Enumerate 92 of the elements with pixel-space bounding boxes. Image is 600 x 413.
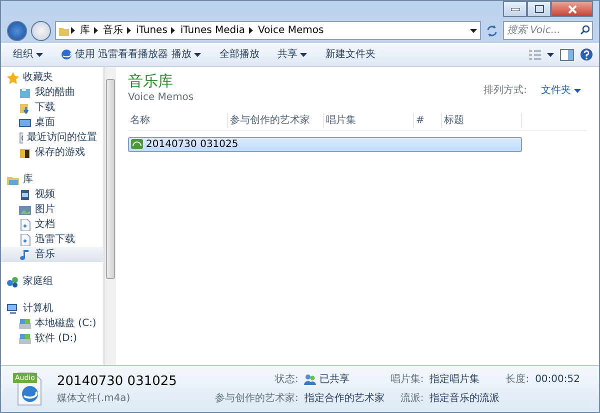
chevron-icon: [71, 27, 76, 34]
star-icon: [7, 72, 19, 84]
nav-item[interactable]: 计算机: [1, 301, 103, 316]
toolbar-button[interactable]: 全部播放: [213, 45, 266, 64]
column-header[interactable]: #: [414, 112, 442, 128]
field-value[interactable]: 00:00:52: [535, 372, 580, 387]
nav-item[interactable]: 保存的游戏: [1, 145, 103, 160]
games-folder-icon: [19, 146, 31, 158]
close-button[interactable]: [551, 1, 593, 17]
chevron-icon: [249, 27, 254, 34]
maximize-icon: [534, 5, 544, 13]
recent-places-icon: [19, 132, 23, 144]
homegroup-icon: [7, 276, 19, 288]
nav-item[interactable]: 库: [1, 172, 103, 187]
nav-item[interactable]: 迅雷下载: [1, 232, 103, 247]
nav-item[interactable]: 视频: [1, 187, 103, 202]
nav-item[interactable]: 文档: [1, 217, 103, 232]
back-button[interactable]: [7, 20, 27, 40]
nav-item[interactable]: 音乐: [1, 247, 103, 262]
arrange-dropdown[interactable]: 文件夹: [535, 81, 587, 100]
breadcrumb[interactable]: 音乐: [101, 23, 125, 38]
audio-file-icon: [131, 139, 143, 149]
toolbar-button[interactable]: 使用 迅雷看看播放器 播放: [55, 45, 208, 64]
caret-icon: [470, 28, 477, 32]
drive-icon: [19, 332, 31, 344]
nav-item[interactable]: 家庭组: [1, 274, 103, 289]
field-value[interactable]: 指定唱片集: [430, 372, 480, 387]
field-label: 长度:: [506, 374, 530, 385]
people-icon: [304, 374, 316, 385]
breadcrumb[interactable]: 库: [78, 23, 92, 38]
drive-icon: [19, 318, 31, 330]
preview-pane-icon[interactable]: [560, 48, 574, 60]
nav-item[interactable]: 下载: [1, 100, 103, 115]
breadcrumb[interactable]: Voice Memos: [256, 23, 326, 38]
close-icon: [568, 4, 576, 14]
address-bar[interactable]: 库 音乐 iTunes iTunes Media Voice Memos: [55, 21, 481, 40]
file-name: 20140730 031025: [57, 372, 177, 391]
folder-icon: [19, 86, 31, 98]
library-title: 音乐库: [128, 73, 174, 90]
chevron-icon: [94, 27, 99, 34]
help-icon[interactable]: [580, 48, 593, 61]
breadcrumb[interactable]: iTunes Media: [178, 23, 248, 38]
field-value[interactable]: 已共享: [319, 372, 350, 387]
arrange-label: 排列方式:: [484, 84, 527, 98]
field-label: 流派:: [400, 393, 424, 404]
forward-button[interactable]: [31, 20, 51, 40]
breadcrumb[interactable]: iTunes: [134, 23, 170, 38]
nav-item[interactable]: 最近访问的位置: [1, 130, 103, 145]
field-value[interactable]: 指定音乐的流派: [430, 391, 500, 406]
computer-icon: [7, 302, 19, 314]
scrollbar[interactable]: [104, 67, 116, 365]
field-label: 状态:: [274, 374, 298, 385]
field-value[interactable]: 指定合作的艺术家: [304, 391, 384, 406]
field-label: 唱片集:: [390, 374, 424, 385]
chevron-icon: [171, 27, 176, 34]
nav-item[interactable]: 本地磁盘 (C:): [1, 316, 103, 331]
toolbar-button[interactable]: 组织: [7, 45, 49, 64]
nav-item[interactable]: 软件 (D:): [1, 331, 103, 346]
maximize-button[interactable]: [527, 1, 551, 17]
folder-icon: [59, 26, 69, 36]
document-icon: [19, 218, 31, 230]
view-caret-icon: [547, 52, 554, 56]
column-header[interactable]: 参与创作的艺术家: [228, 112, 324, 128]
nav-item[interactable]: 图片: [1, 202, 103, 217]
picture-icon: [19, 204, 31, 216]
nav-item[interactable]: 桌面: [1, 115, 103, 130]
column-header[interactable]: 名称: [128, 112, 228, 128]
file-name: 20140730 031025: [146, 138, 238, 152]
library-subtitle: Voice Memos: [128, 90, 194, 104]
field-label: 参与创作的艺术家:: [214, 393, 298, 404]
toolbar-button[interactable]: 共享: [271, 45, 314, 64]
player-icon: [61, 49, 72, 60]
search-field[interactable]: 搜索 Voic...: [503, 21, 593, 40]
toolbar-button[interactable]: 新建文件夹: [319, 45, 382, 64]
view-options-icon[interactable]: [529, 50, 541, 60]
chevron-icon: [127, 27, 132, 34]
minimize-icon: [510, 8, 520, 10]
file-row[interactable]: 20140730 031025: [128, 136, 522, 152]
nav-item[interactable]: 收藏夹: [1, 70, 103, 85]
music-note-icon: [19, 248, 31, 260]
minimize-button[interactable]: [503, 1, 527, 17]
caret-icon: [574, 88, 581, 92]
document-icon: [19, 234, 31, 246]
nav-item[interactable]: 我的酷曲: [1, 85, 103, 100]
monitor-icon: [19, 116, 31, 128]
column-header[interactable]: 标题: [442, 112, 522, 128]
video-icon: [19, 188, 31, 200]
search-icon: [580, 25, 590, 35]
refresh-icon[interactable]: [485, 24, 499, 38]
file-type: 媒体文件(.m4a): [57, 392, 132, 406]
column-header[interactable]: 唱片集: [324, 112, 414, 128]
download-icon: [19, 102, 31, 114]
